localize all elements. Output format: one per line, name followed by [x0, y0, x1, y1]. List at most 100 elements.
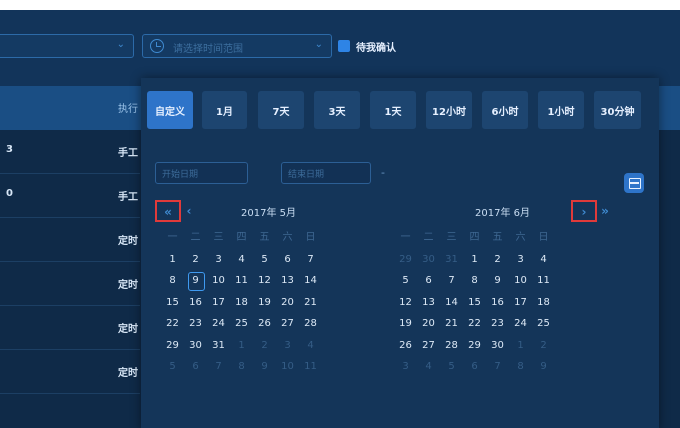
calendar-day[interactable]: 7 — [207, 356, 230, 378]
quick-range-7-days[interactable]: 7天 — [258, 91, 304, 129]
calendar-day[interactable]: 15 — [161, 292, 184, 314]
calendar-day[interactable]: 29 — [394, 249, 417, 271]
calendar-day[interactable]: 1 — [509, 335, 532, 357]
calendar-day[interactable]: 1 — [230, 335, 253, 357]
prev-month-button[interactable]: ‹ — [183, 201, 195, 221]
calendar-day[interactable]: 20 — [276, 292, 299, 314]
calendar-day[interactable]: 16 — [184, 292, 207, 314]
calendar-day[interactable]: 4 — [299, 335, 322, 357]
quick-range-3-days[interactable]: 3天 — [314, 91, 360, 129]
quick-range-12-hours[interactable]: 12小时 — [426, 91, 472, 129]
calendar-day[interactable]: 6 — [463, 356, 486, 378]
calendar-day[interactable]: 3 — [394, 356, 417, 378]
calendar-day[interactable]: 22 — [161, 313, 184, 335]
calendar-day[interactable]: 27 — [276, 313, 299, 335]
calendar-day[interactable]: 2 — [532, 335, 555, 357]
calendar-day[interactable]: 22 — [463, 313, 486, 335]
calendar-day[interactable]: 13 — [276, 270, 299, 292]
calendar-day[interactable]: 18 — [230, 292, 253, 314]
calendar-day[interactable]: 11 — [299, 356, 322, 378]
calendar-day[interactable]: 19 — [394, 313, 417, 335]
calendar-day[interactable]: 5 — [440, 356, 463, 378]
calendar-icon[interactable] — [624, 173, 644, 193]
calendar-day[interactable]: 8 — [161, 270, 184, 292]
calendar-day[interactable]: 25 — [532, 313, 555, 335]
end-date-input[interactable]: 结束日期 — [281, 162, 371, 184]
calendar-day[interactable]: 24 — [207, 313, 230, 335]
calendar-day[interactable]: 19 — [253, 292, 276, 314]
quick-range-custom[interactable]: 自定义 — [147, 91, 193, 129]
calendar-day[interactable]: 10 — [276, 356, 299, 378]
calendar-day[interactable]: 3 — [276, 335, 299, 357]
calendar-day[interactable]: 7 — [440, 270, 463, 292]
table-row[interactable]: 0 手工 — [0, 174, 140, 218]
table-row[interactable]: 定时 — [0, 218, 140, 262]
filter-select[interactable]: ⌄ — [0, 34, 134, 58]
quick-range-6-hours[interactable]: 6小时 — [482, 91, 528, 129]
quick-range-1-day[interactable]: 1天 — [370, 91, 416, 129]
calendar-day[interactable]: 21 — [299, 292, 322, 314]
calendar-day[interactable]: 8 — [463, 270, 486, 292]
calendar-day[interactable]: 30 — [184, 335, 207, 357]
calendar-day[interactable]: 16 — [486, 292, 509, 314]
time-range-input[interactable]: 请选择时间范围 ⌄ — [142, 34, 332, 58]
calendar-day[interactable]: 4 — [417, 356, 440, 378]
calendar-day[interactable]: 2 — [184, 249, 207, 271]
calendar-day[interactable]: 26 — [253, 313, 276, 335]
calendar-day[interactable]: 11 — [230, 270, 253, 292]
calendar-day[interactable]: 23 — [486, 313, 509, 335]
calendar-day[interactable]: 2 — [486, 249, 509, 271]
prev-year-button[interactable]: « — [155, 200, 181, 222]
calendar-day[interactable]: 3 — [207, 249, 230, 271]
calendar-day[interactable]: 27 — [417, 335, 440, 357]
table-row[interactable]: 定时 — [0, 262, 140, 306]
calendar-day[interactable]: 14 — [299, 270, 322, 292]
calendar-day[interactable]: 23 — [184, 313, 207, 335]
calendar-day[interactable]: 4 — [230, 249, 253, 271]
calendar-day[interactable]: 6 — [417, 270, 440, 292]
next-year-button[interactable]: » — [599, 201, 611, 221]
calendar-day[interactable]: 29 — [463, 335, 486, 357]
calendar-day[interactable]: 5 — [394, 270, 417, 292]
calendar-day[interactable]: 1 — [161, 249, 184, 271]
calendar-day[interactable]: 2 — [253, 335, 276, 357]
calendar-day[interactable]: 28 — [299, 313, 322, 335]
calendar-day[interactable]: 7 — [486, 356, 509, 378]
calendar-day[interactable]: 21 — [440, 313, 463, 335]
table-row[interactable]: 定时 — [0, 306, 140, 350]
quick-range-30-minutes[interactable]: 30分钟 — [594, 91, 641, 129]
calendar-day[interactable]: 29 — [161, 335, 184, 357]
calendar-day[interactable]: 25 — [230, 313, 253, 335]
calendar-day[interactable]: 12 — [394, 292, 417, 314]
quick-range-1-hour[interactable]: 1小时 — [538, 91, 584, 129]
calendar-day[interactable]: 18 — [532, 292, 555, 314]
calendar-day[interactable]: 24 — [509, 313, 532, 335]
next-month-button[interactable]: › — [571, 200, 597, 222]
calendar-day[interactable]: 31 — [440, 249, 463, 271]
calendar-day[interactable]: 6 — [184, 356, 207, 378]
calendar-day[interactable]: 9 — [532, 356, 555, 378]
quick-range-1-month[interactable]: 1月 — [202, 91, 247, 129]
calendar-day[interactable]: 31 — [207, 335, 230, 357]
confirm-checkbox[interactable] — [338, 40, 350, 52]
calendar-day[interactable]: 17 — [509, 292, 532, 314]
calendar-day[interactable]: 8 — [230, 356, 253, 378]
calendar-day[interactable]: 14 — [440, 292, 463, 314]
calendar-day[interactable]: 4 — [532, 249, 555, 271]
calendar-day[interactable]: 12 — [253, 270, 276, 292]
table-row[interactable]: 定时 — [0, 350, 140, 394]
calendar-day[interactable]: 26 — [394, 335, 417, 357]
calendar-day[interactable]: 9 — [486, 270, 509, 292]
calendar-day[interactable]: 30 — [417, 249, 440, 271]
calendar-day[interactable]: 17 — [207, 292, 230, 314]
calendar-day[interactable]: 15 — [463, 292, 486, 314]
calendar-day[interactable]: 5 — [253, 249, 276, 271]
calendar-day[interactable]: 28 — [440, 335, 463, 357]
calendar-day[interactable]: 6 — [276, 249, 299, 271]
calendar-day[interactable]: 10 — [207, 270, 230, 292]
calendar-day[interactable]: 9 — [253, 356, 276, 378]
table-row[interactable]: 3 手工 — [0, 130, 140, 174]
calendar-day[interactable]: 11 — [532, 270, 555, 292]
calendar-day[interactable]: 30 — [486, 335, 509, 357]
calendar-day[interactable]: 3 — [509, 249, 532, 271]
